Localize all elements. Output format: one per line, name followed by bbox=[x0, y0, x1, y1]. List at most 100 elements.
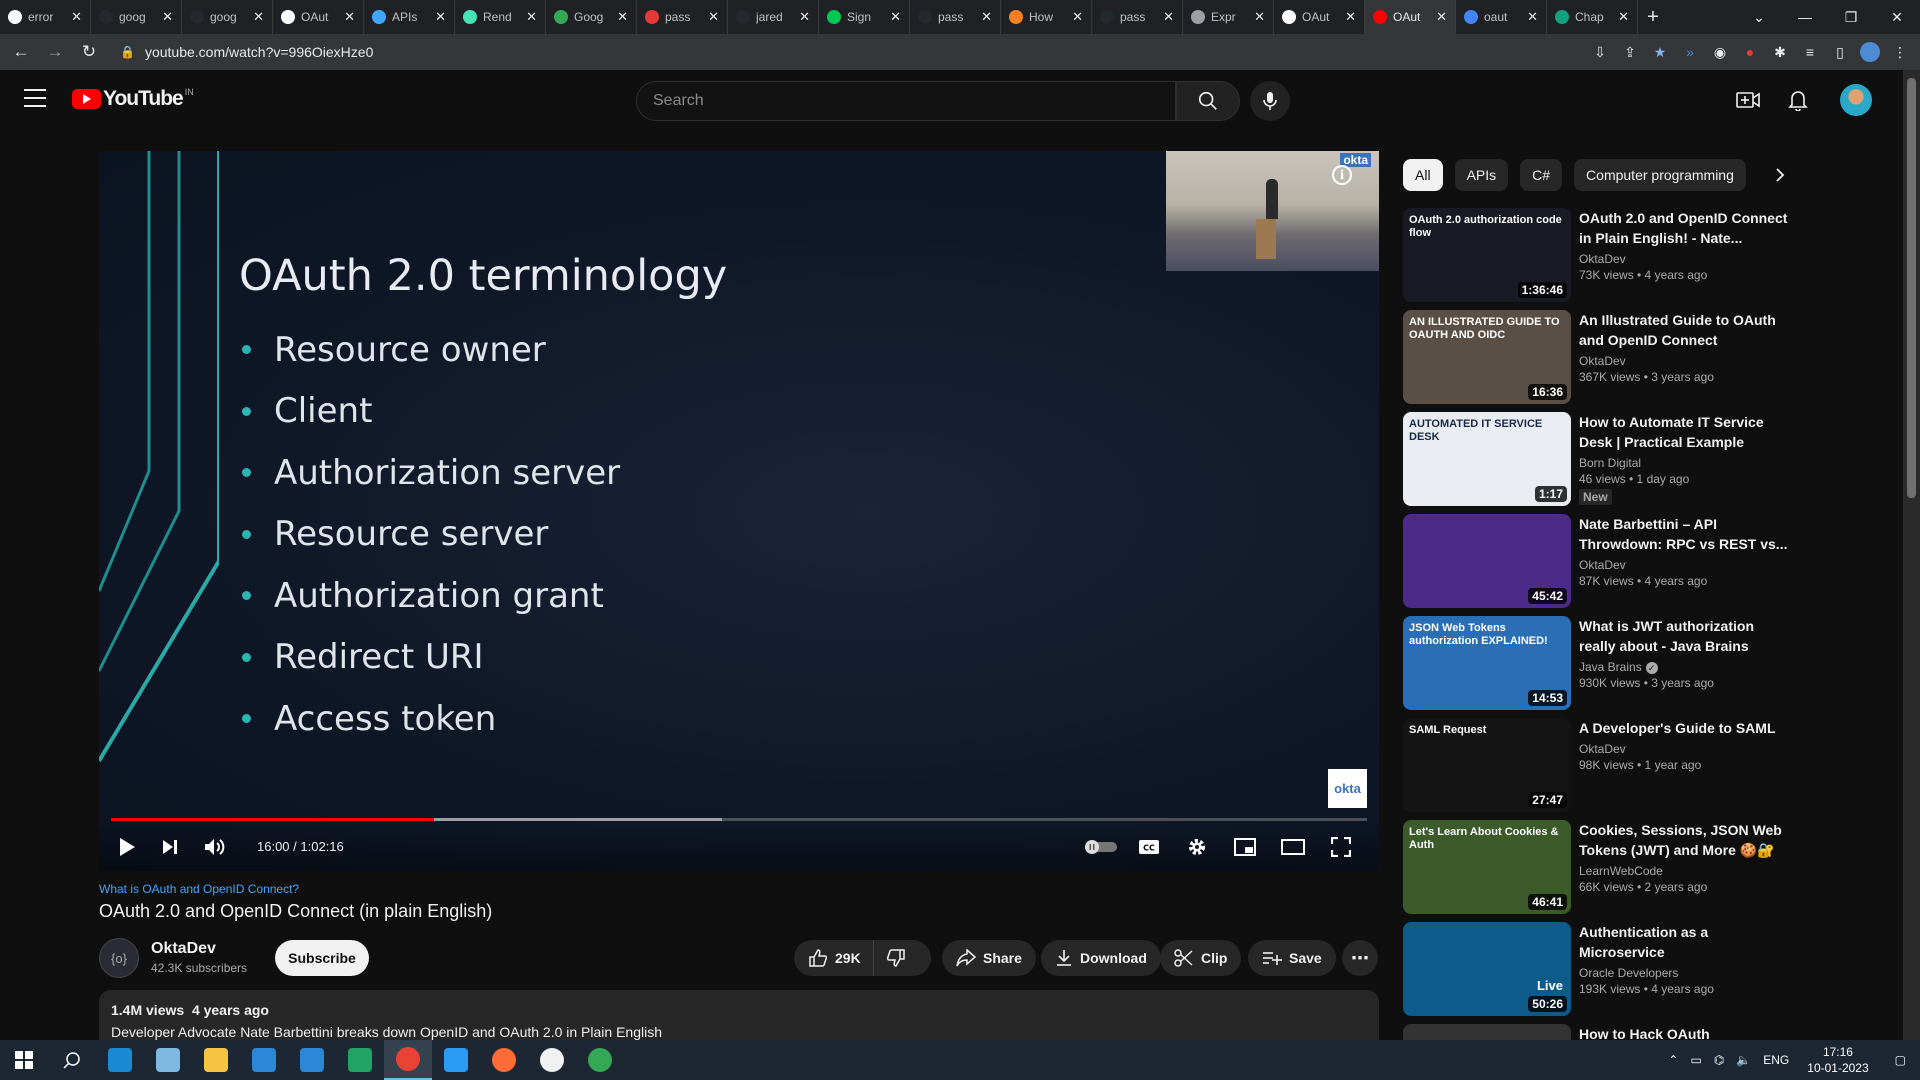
browser-tab[interactable]: pass ✕ bbox=[910, 0, 1001, 34]
taskbar-app[interactable] bbox=[384, 1040, 432, 1080]
video-thumbnail[interactable]: Let's Learn About Cookies & Auth 46:41 bbox=[1403, 820, 1571, 914]
restore-button[interactable]: ❐ bbox=[1828, 0, 1874, 34]
recommendation-title[interactable]: An Illustrated Guide to OAuth and OpenID… bbox=[1579, 310, 1789, 350]
video-hashtag-link[interactable]: What is OAuth and OpenID Connect? bbox=[99, 882, 299, 896]
account-avatar[interactable] bbox=[1840, 84, 1872, 116]
taskbar-app[interactable] bbox=[96, 1040, 144, 1080]
recommendation-item[interactable]: OAuth 2.0 authorization code flow 1:36:46… bbox=[1403, 208, 1793, 310]
filter-chip[interactable]: C# bbox=[1520, 159, 1563, 191]
browser-tab[interactable]: Rend ✕ bbox=[455, 0, 546, 34]
chips-next-button[interactable] bbox=[1768, 163, 1792, 187]
usb-icon[interactable]: ▭ bbox=[1684, 1053, 1707, 1067]
recommendation-channel[interactable]: Born Digital bbox=[1579, 456, 1789, 470]
video-thumbnail[interactable]: AUTOMATED IT SERVICE DESK 1:17 bbox=[1403, 412, 1571, 506]
recommendation-channel[interactable]: OktaDev bbox=[1579, 742, 1789, 756]
grammarly-icon[interactable]: ◉ bbox=[1710, 42, 1730, 62]
bookmark-star-icon[interactable]: ★ bbox=[1650, 42, 1670, 62]
new-tab-button[interactable]: + bbox=[1638, 6, 1668, 29]
recommendation-item[interactable]: AN ILLUSTRATED GUIDE TO OAUTH AND OIDC 16… bbox=[1403, 310, 1793, 412]
recommendation-title[interactable]: Authentication as a Microservice bbox=[1579, 922, 1789, 962]
hamburger-menu-icon[interactable] bbox=[20, 86, 50, 110]
miniplayer-button[interactable] bbox=[1229, 831, 1261, 863]
search-button[interactable] bbox=[1176, 81, 1240, 121]
browser-tab[interactable]: APIs ✕ bbox=[364, 0, 455, 34]
extension-badge-icon[interactable]: ● bbox=[1740, 42, 1760, 62]
chrome-menu-icon[interactable]: ⋮ bbox=[1890, 42, 1910, 62]
taskbar-app[interactable] bbox=[192, 1040, 240, 1080]
close-tab-icon[interactable]: ✕ bbox=[1072, 9, 1083, 25]
close-tab-icon[interactable]: ✕ bbox=[708, 9, 719, 25]
browser-tab[interactable]: Chap ✕ bbox=[1547, 0, 1638, 34]
recommendation-item[interactable]: JSON Web Tokens authorization EXPLAINED!… bbox=[1403, 616, 1793, 718]
recommendation-title[interactable]: Nate Barbettini – API Throwdown: RPC vs … bbox=[1579, 514, 1789, 554]
close-tab-icon[interactable]: ✕ bbox=[1527, 9, 1538, 25]
fullscreen-button[interactable] bbox=[1325, 831, 1357, 863]
close-tab-icon[interactable]: ✕ bbox=[1345, 9, 1356, 25]
info-icon[interactable]: i bbox=[1332, 165, 1352, 185]
address-bar[interactable]: 🔒 youtube.com/watch?v=996OiexHze0 bbox=[120, 38, 1520, 66]
settings-button[interactable] bbox=[1181, 831, 1213, 863]
close-tab-icon[interactable]: ✕ bbox=[526, 9, 537, 25]
browser-tab[interactable]: OAut ✕ bbox=[1274, 0, 1365, 34]
volume-button[interactable] bbox=[199, 831, 231, 863]
filter-chip[interactable]: APIs bbox=[1454, 159, 1509, 191]
recommendation-channel[interactable]: OktaDev bbox=[1579, 558, 1789, 572]
taskbar-app[interactable] bbox=[528, 1040, 576, 1080]
share-button[interactable]: Share bbox=[942, 940, 1036, 976]
recommendation-title[interactable]: What is JWT authorization really about -… bbox=[1579, 616, 1789, 656]
notifications-button[interactable] bbox=[1784, 86, 1812, 114]
autoplay-toggle[interactable] bbox=[1085, 831, 1117, 863]
recommendation-title[interactable]: How to Automate IT Service Desk | Practi… bbox=[1579, 412, 1789, 452]
video-thumbnail[interactable]: 45:42 bbox=[1403, 514, 1571, 608]
next-button[interactable] bbox=[154, 831, 186, 863]
install-app-icon[interactable]: ⇩ bbox=[1590, 42, 1610, 62]
video-thumbnail[interactable]: Live 50:26 bbox=[1403, 922, 1571, 1016]
play-button[interactable] bbox=[111, 831, 143, 863]
network-icon[interactable]: ⌬ bbox=[1708, 1053, 1730, 1067]
captions-button[interactable]: CC bbox=[1133, 831, 1165, 863]
browser-tab[interactable]: oaut ✕ bbox=[1456, 0, 1547, 34]
video-thumbnail[interactable]: SAML Request 27:47 bbox=[1403, 718, 1571, 812]
video-thumbnail[interactable]: OAuth 2.0 authorization code flow 1:36:46 bbox=[1403, 208, 1571, 302]
browser-tab[interactable]: goog ✕ bbox=[91, 0, 182, 34]
language-indicator[interactable]: ENG bbox=[1757, 1053, 1795, 1067]
reload-button[interactable]: ↻ bbox=[72, 35, 106, 69]
browser-tab[interactable]: Goog ✕ bbox=[546, 0, 637, 34]
close-tab-icon[interactable]: ✕ bbox=[981, 9, 992, 25]
volume-icon[interactable]: 🔈 bbox=[1730, 1053, 1757, 1067]
browser-tab[interactable]: goog ✕ bbox=[182, 0, 273, 34]
recommendation-item[interactable]: How to Hack OAuth bbox=[1403, 1024, 1793, 1040]
close-tab-icon[interactable]: ✕ bbox=[253, 9, 264, 25]
close-tab-icon[interactable]: ✕ bbox=[435, 9, 446, 25]
page-scrollbar[interactable] bbox=[1903, 70, 1920, 1040]
taskbar-app[interactable] bbox=[288, 1040, 336, 1080]
browser-tab[interactable]: Expr ✕ bbox=[1183, 0, 1274, 34]
share-page-icon[interactable]: ⇪ bbox=[1620, 42, 1640, 62]
download-button[interactable]: Download bbox=[1041, 940, 1161, 976]
taskbar-app[interactable] bbox=[240, 1040, 288, 1080]
dislike-button[interactable] bbox=[874, 940, 918, 976]
more-actions-button[interactable]: ⋯ bbox=[1342, 940, 1378, 976]
recommendation-channel[interactable]: Oracle Developers bbox=[1579, 966, 1789, 980]
close-tab-icon[interactable]: ✕ bbox=[344, 9, 355, 25]
recommendation-item[interactable]: Let's Learn About Cookies & Auth 46:41 Coo… bbox=[1403, 820, 1793, 922]
recommendation-channel[interactable]: LearnWebCode bbox=[1579, 864, 1789, 878]
save-button[interactable]: Save bbox=[1248, 940, 1336, 976]
close-tab-icon[interactable]: ✕ bbox=[799, 9, 810, 25]
recommendation-channel[interactable]: OktaDev bbox=[1579, 252, 1789, 266]
puzzle-extensions-icon[interactable]: ✱ bbox=[1770, 42, 1790, 62]
clock[interactable]: 17:16 10-01-2023 bbox=[1795, 1044, 1880, 1076]
channel-avatar[interactable]: {o} bbox=[99, 938, 139, 978]
scrollbar-thumb[interactable] bbox=[1907, 78, 1916, 498]
profile-avatar[interactable] bbox=[1860, 42, 1880, 62]
close-tab-icon[interactable]: ✕ bbox=[890, 9, 901, 25]
voice-search-button[interactable] bbox=[1250, 81, 1290, 121]
tray-overflow-icon[interactable]: ⌃ bbox=[1662, 1053, 1684, 1067]
close-tab-icon[interactable]: ✕ bbox=[1163, 9, 1174, 25]
subscribe-button[interactable]: Subscribe bbox=[275, 940, 369, 976]
browser-tab[interactable]: pass ✕ bbox=[637, 0, 728, 34]
video-thumbnail[interactable] bbox=[1403, 1024, 1571, 1040]
extension-icon[interactable]: » bbox=[1680, 42, 1700, 62]
theater-mode-button[interactable] bbox=[1277, 831, 1309, 863]
recommendation-title[interactable]: A Developer's Guide to SAML bbox=[1579, 718, 1789, 738]
